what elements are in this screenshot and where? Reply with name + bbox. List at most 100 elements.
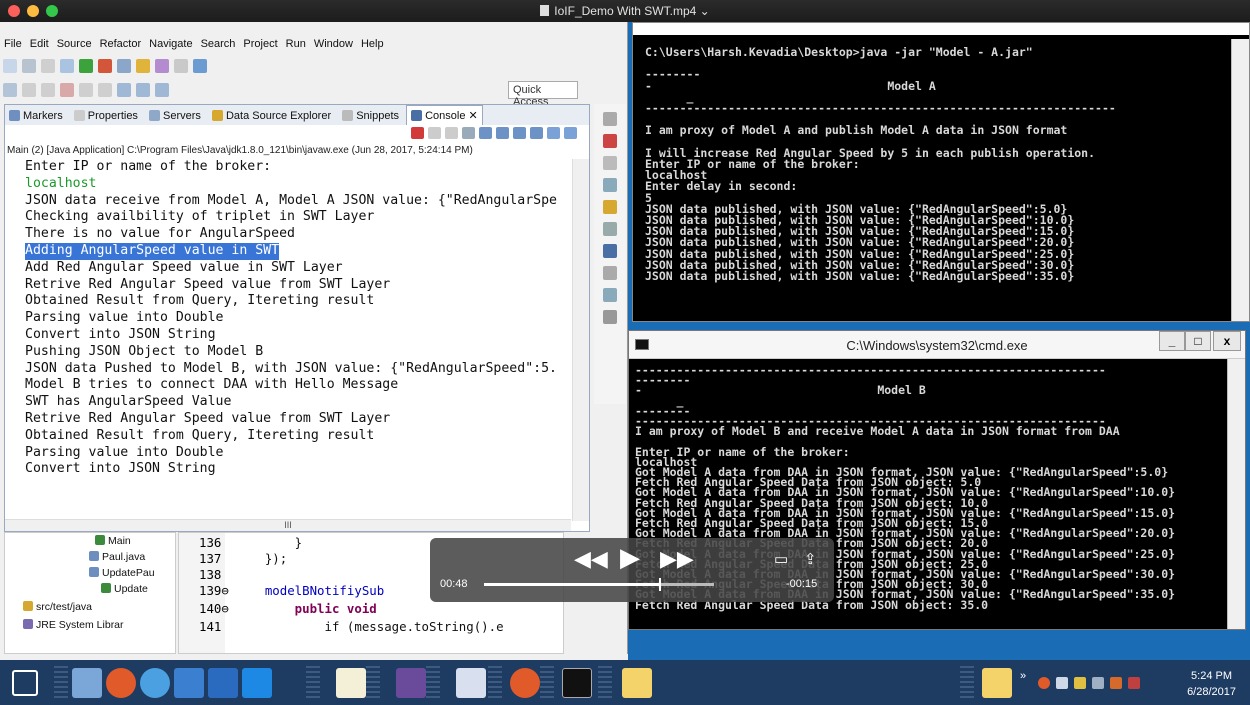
data-source-icon[interactable]	[603, 200, 617, 214]
tree-item-main[interactable]: Main	[95, 535, 131, 547]
selected-text[interactable]: Adding AngularSpeed value in SWT	[25, 242, 280, 260]
menu-file[interactable]: File	[0, 36, 26, 52]
search-icon[interactable]	[155, 59, 169, 73]
pin-console-icon[interactable]	[530, 127, 543, 139]
edge-icon[interactable]	[140, 668, 170, 698]
start-icon[interactable]	[12, 670, 38, 696]
chrome-icon[interactable]	[106, 668, 136, 698]
scroll-lock-icon[interactable]	[479, 127, 492, 139]
terminate-icon[interactable]	[411, 127, 424, 139]
share-icon[interactable]: ⇪	[804, 550, 817, 568]
snippets-icon[interactable]	[603, 222, 617, 236]
minimize-button[interactable]: _	[1159, 331, 1185, 351]
maximize-icon[interactable]	[603, 112, 617, 126]
tree-item-updatepau[interactable]: UpdatePau	[89, 567, 155, 579]
tab-servers[interactable]: Servers	[145, 107, 205, 122]
tray-app-icon[interactable]	[1038, 677, 1050, 689]
pin-icon[interactable]	[174, 59, 188, 73]
file-manager-icon[interactable]	[72, 668, 102, 698]
remote-desktop-icon[interactable]	[242, 668, 272, 698]
save-icon[interactable]	[22, 59, 36, 73]
shield-icon[interactable]	[1074, 677, 1086, 689]
chrome-taskbar-icon[interactable]	[510, 668, 540, 698]
cmd-a-title-bar[interactable]	[633, 23, 1249, 35]
open-type-icon[interactable]	[136, 59, 150, 73]
restore-icon[interactable]	[603, 266, 617, 280]
terminate-icon[interactable]	[60, 83, 74, 97]
new-java-project-icon[interactable]	[117, 59, 131, 73]
file-explorer-icon[interactable]	[622, 668, 652, 698]
tab-console[interactable]: Console ✕	[406, 105, 483, 125]
perspective-icon[interactable]	[193, 59, 207, 73]
tab-properties[interactable]: Properties	[70, 107, 142, 122]
tab-data-source-explorer[interactable]: Data Source Explorer	[208, 107, 335, 122]
console-horizontal-scrollbar[interactable]: III	[5, 519, 571, 531]
desktop-icon[interactable]	[208, 668, 238, 698]
close-button[interactable]: x	[1213, 331, 1241, 351]
next-annotation-icon[interactable]	[117, 83, 131, 97]
back-icon[interactable]	[136, 83, 150, 97]
menu-search[interactable]: Search	[197, 36, 240, 52]
eclipse-javaee-icon[interactable]	[396, 668, 426, 698]
play-button[interactable]: ▶	[620, 542, 640, 573]
cmd-a-scrollbar[interactable]	[1231, 39, 1249, 321]
cmd-b-title-bar[interactable]: C:\Windows\system32\cmd.exe _ □ x	[629, 331, 1245, 359]
system-clock[interactable]: 5:24 PM 6/28/2017	[1187, 668, 1236, 700]
console-output[interactable]: Enter IP or name of the broker: localhost…	[5, 159, 571, 521]
task-list-icon[interactable]	[603, 310, 617, 324]
clear-console-icon[interactable]	[462, 127, 475, 139]
notification-icon[interactable]	[1128, 677, 1140, 689]
notepad-icon[interactable]	[336, 668, 366, 698]
network-icon[interactable]	[174, 668, 204, 698]
menu-help[interactable]: Help	[357, 36, 388, 52]
menu-project[interactable]: Project	[239, 36, 281, 52]
tree-item-src-test-java[interactable]: src/test/java	[23, 601, 92, 613]
remove-all-icon[interactable]	[445, 127, 458, 139]
cmd-a-output[interactable]: C:\Users\Harsh.Kevadia\Desktop>java -jar…	[645, 47, 1227, 321]
cmd-taskbar-icon[interactable]	[562, 668, 592, 698]
maximize-button[interactable]: □	[1185, 331, 1211, 351]
servers-icon[interactable]	[603, 178, 617, 192]
problems-icon[interactable]	[603, 134, 617, 148]
suspend-icon[interactable]	[41, 83, 55, 97]
hierarchy-icon[interactable]	[603, 288, 617, 302]
cmd-b-scrollbar[interactable]	[1227, 359, 1245, 629]
menu-edit[interactable]: Edit	[26, 36, 53, 52]
video-playhead[interactable]	[658, 578, 661, 591]
word-wrap-icon[interactable]	[496, 127, 509, 139]
print-icon[interactable]	[41, 59, 55, 73]
remove-launch-icon[interactable]	[428, 127, 441, 139]
console-vertical-scrollbar[interactable]	[572, 159, 589, 521]
external-tools-icon[interactable]	[98, 59, 112, 73]
open-console-icon[interactable]	[564, 127, 577, 139]
display-console-icon[interactable]	[547, 127, 560, 139]
debug-icon[interactable]	[60, 59, 74, 73]
tab-markers[interactable]: Markers	[5, 107, 67, 122]
resume-icon[interactable]	[22, 83, 36, 97]
network-tray-icon[interactable]	[1092, 677, 1104, 689]
menu-navigate[interactable]: Navigate	[145, 36, 196, 52]
forward-icon[interactable]	[155, 83, 169, 97]
tray-monitor-icon[interactable]	[1056, 677, 1068, 689]
console-icon[interactable]	[603, 244, 617, 258]
visual-studio-icon[interactable]	[456, 668, 486, 698]
step-into-icon[interactable]	[79, 83, 93, 97]
new-icon[interactable]	[3, 59, 17, 73]
menu-source[interactable]: Source	[53, 36, 96, 52]
folder-tray-icon[interactable]	[982, 668, 1012, 698]
rewind-button[interactable]: ◀◀	[574, 546, 608, 572]
quick-access-input[interactable]: Quick Access	[508, 81, 578, 108]
step-over-icon[interactable]	[98, 83, 112, 97]
tree-item-update[interactable]: Update	[101, 583, 148, 595]
tab-snippets[interactable]: Snippets	[338, 107, 403, 122]
outline-icon[interactable]	[603, 156, 617, 170]
video-scrubber[interactable]	[484, 578, 714, 591]
skip-breakpoints-icon[interactable]	[3, 83, 17, 97]
airplay-icon[interactable]: ▭	[774, 550, 788, 568]
run-icon[interactable]	[79, 59, 93, 73]
fast-forward-button[interactable]: ▶▶	[660, 546, 694, 572]
tree-item-jre-library[interactable]: JRE System Librar	[23, 619, 124, 631]
show-hidden-icons[interactable]: »	[1020, 670, 1032, 682]
menu-refactor[interactable]: Refactor	[96, 36, 146, 52]
show-on-output-icon[interactable]	[513, 127, 526, 139]
